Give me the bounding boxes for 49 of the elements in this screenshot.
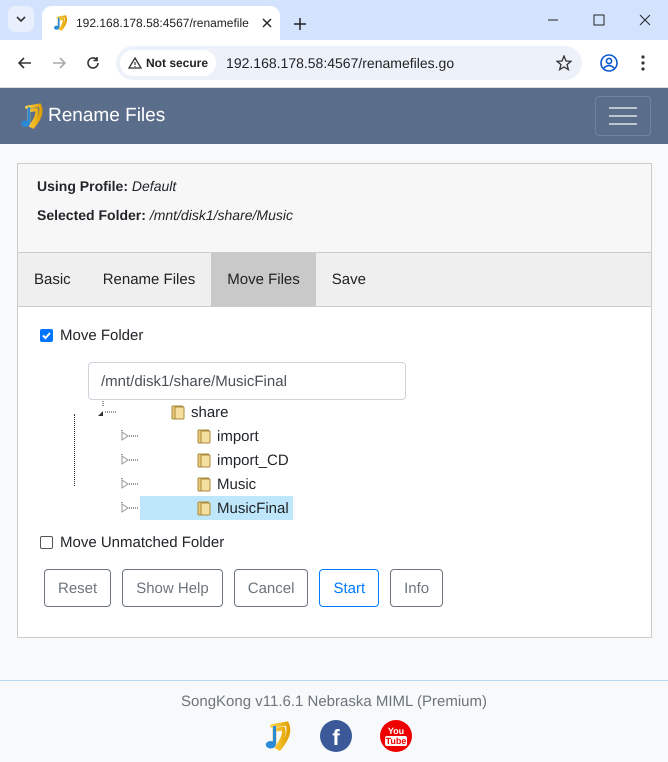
address-bar[interactable]: Not secure 192.168.178.58:4567/renamefiles.go [116,46,582,80]
checkbox[interactable] [40,329,53,342]
checkbox-label[interactable]: Move Unmatched Folder [60,534,224,551]
folder-icon [170,404,186,420]
tab-title: 192.168.178.58:4567/renamefile [76,16,250,30]
folder-icon [196,452,212,468]
tree-item[interactable]: Music [192,472,260,496]
tab[interactable]: Basic [18,253,87,306]
action-button[interactable]: Start [319,569,380,607]
action-button[interactable]: Show Help [122,569,223,607]
checkbox-label[interactable]: Move Folder [60,327,144,344]
chevron-down-icon [16,16,26,22]
action-button[interactable]: Cancel [234,569,308,607]
more-menu-icon[interactable] [641,55,645,71]
profile-line: Using Profile: Default [37,178,178,194]
youtube-link[interactable]: You Tube [380,720,412,752]
folder-icon [196,428,212,444]
folder-icon [196,476,212,492]
reload-icon[interactable] [86,56,100,70]
menu-button[interactable] [595,96,651,136]
version-text: SongKong v11.6.1 Nebraska MIML (Premium) [181,693,487,710]
tab[interactable]: Save [316,253,382,306]
back-arrow-icon[interactable] [18,57,32,69]
browser-tab[interactable]: 192.168.178.58:4567/renamefile [42,6,280,40]
destination-path-field[interactable]: /mnt/disk1/share/MusicFinal [88,362,406,400]
action-button[interactable]: Info [390,569,444,607]
tree-item[interactable]: import_CD [192,448,293,472]
star-icon[interactable] [556,55,572,71]
menu-icon [609,106,637,126]
tree-item[interactable]: import [192,424,263,448]
checkbox[interactable] [40,536,53,549]
action-button[interactable]: Reset [44,569,112,607]
page-title: Rename Files [48,105,166,127]
tree-item[interactable]: MusicFinal [140,496,293,520]
url-text: 192.168.178.58:4567/renamefiles.go [226,55,456,71]
music-note-icon [52,15,68,31]
new-tab-icon[interactable] [294,18,306,30]
close-icon[interactable] [262,18,272,28]
profile-line: Selected Folder: /mnt/disk1/share/Music [37,207,294,223]
tab-list-button[interactable] [8,6,34,32]
warning-icon [128,57,142,69]
forward-arrow-icon[interactable] [52,57,66,69]
tab[interactable]: Move Files [211,253,316,306]
facebook-link[interactable]: f [320,720,352,752]
folder-icon [196,500,212,516]
tree-item[interactable]: share [166,400,233,424]
tab[interactable]: Rename Files [86,253,212,306]
profile-icon[interactable] [600,54,618,72]
security-indicator[interactable]: Not secure [120,50,216,76]
